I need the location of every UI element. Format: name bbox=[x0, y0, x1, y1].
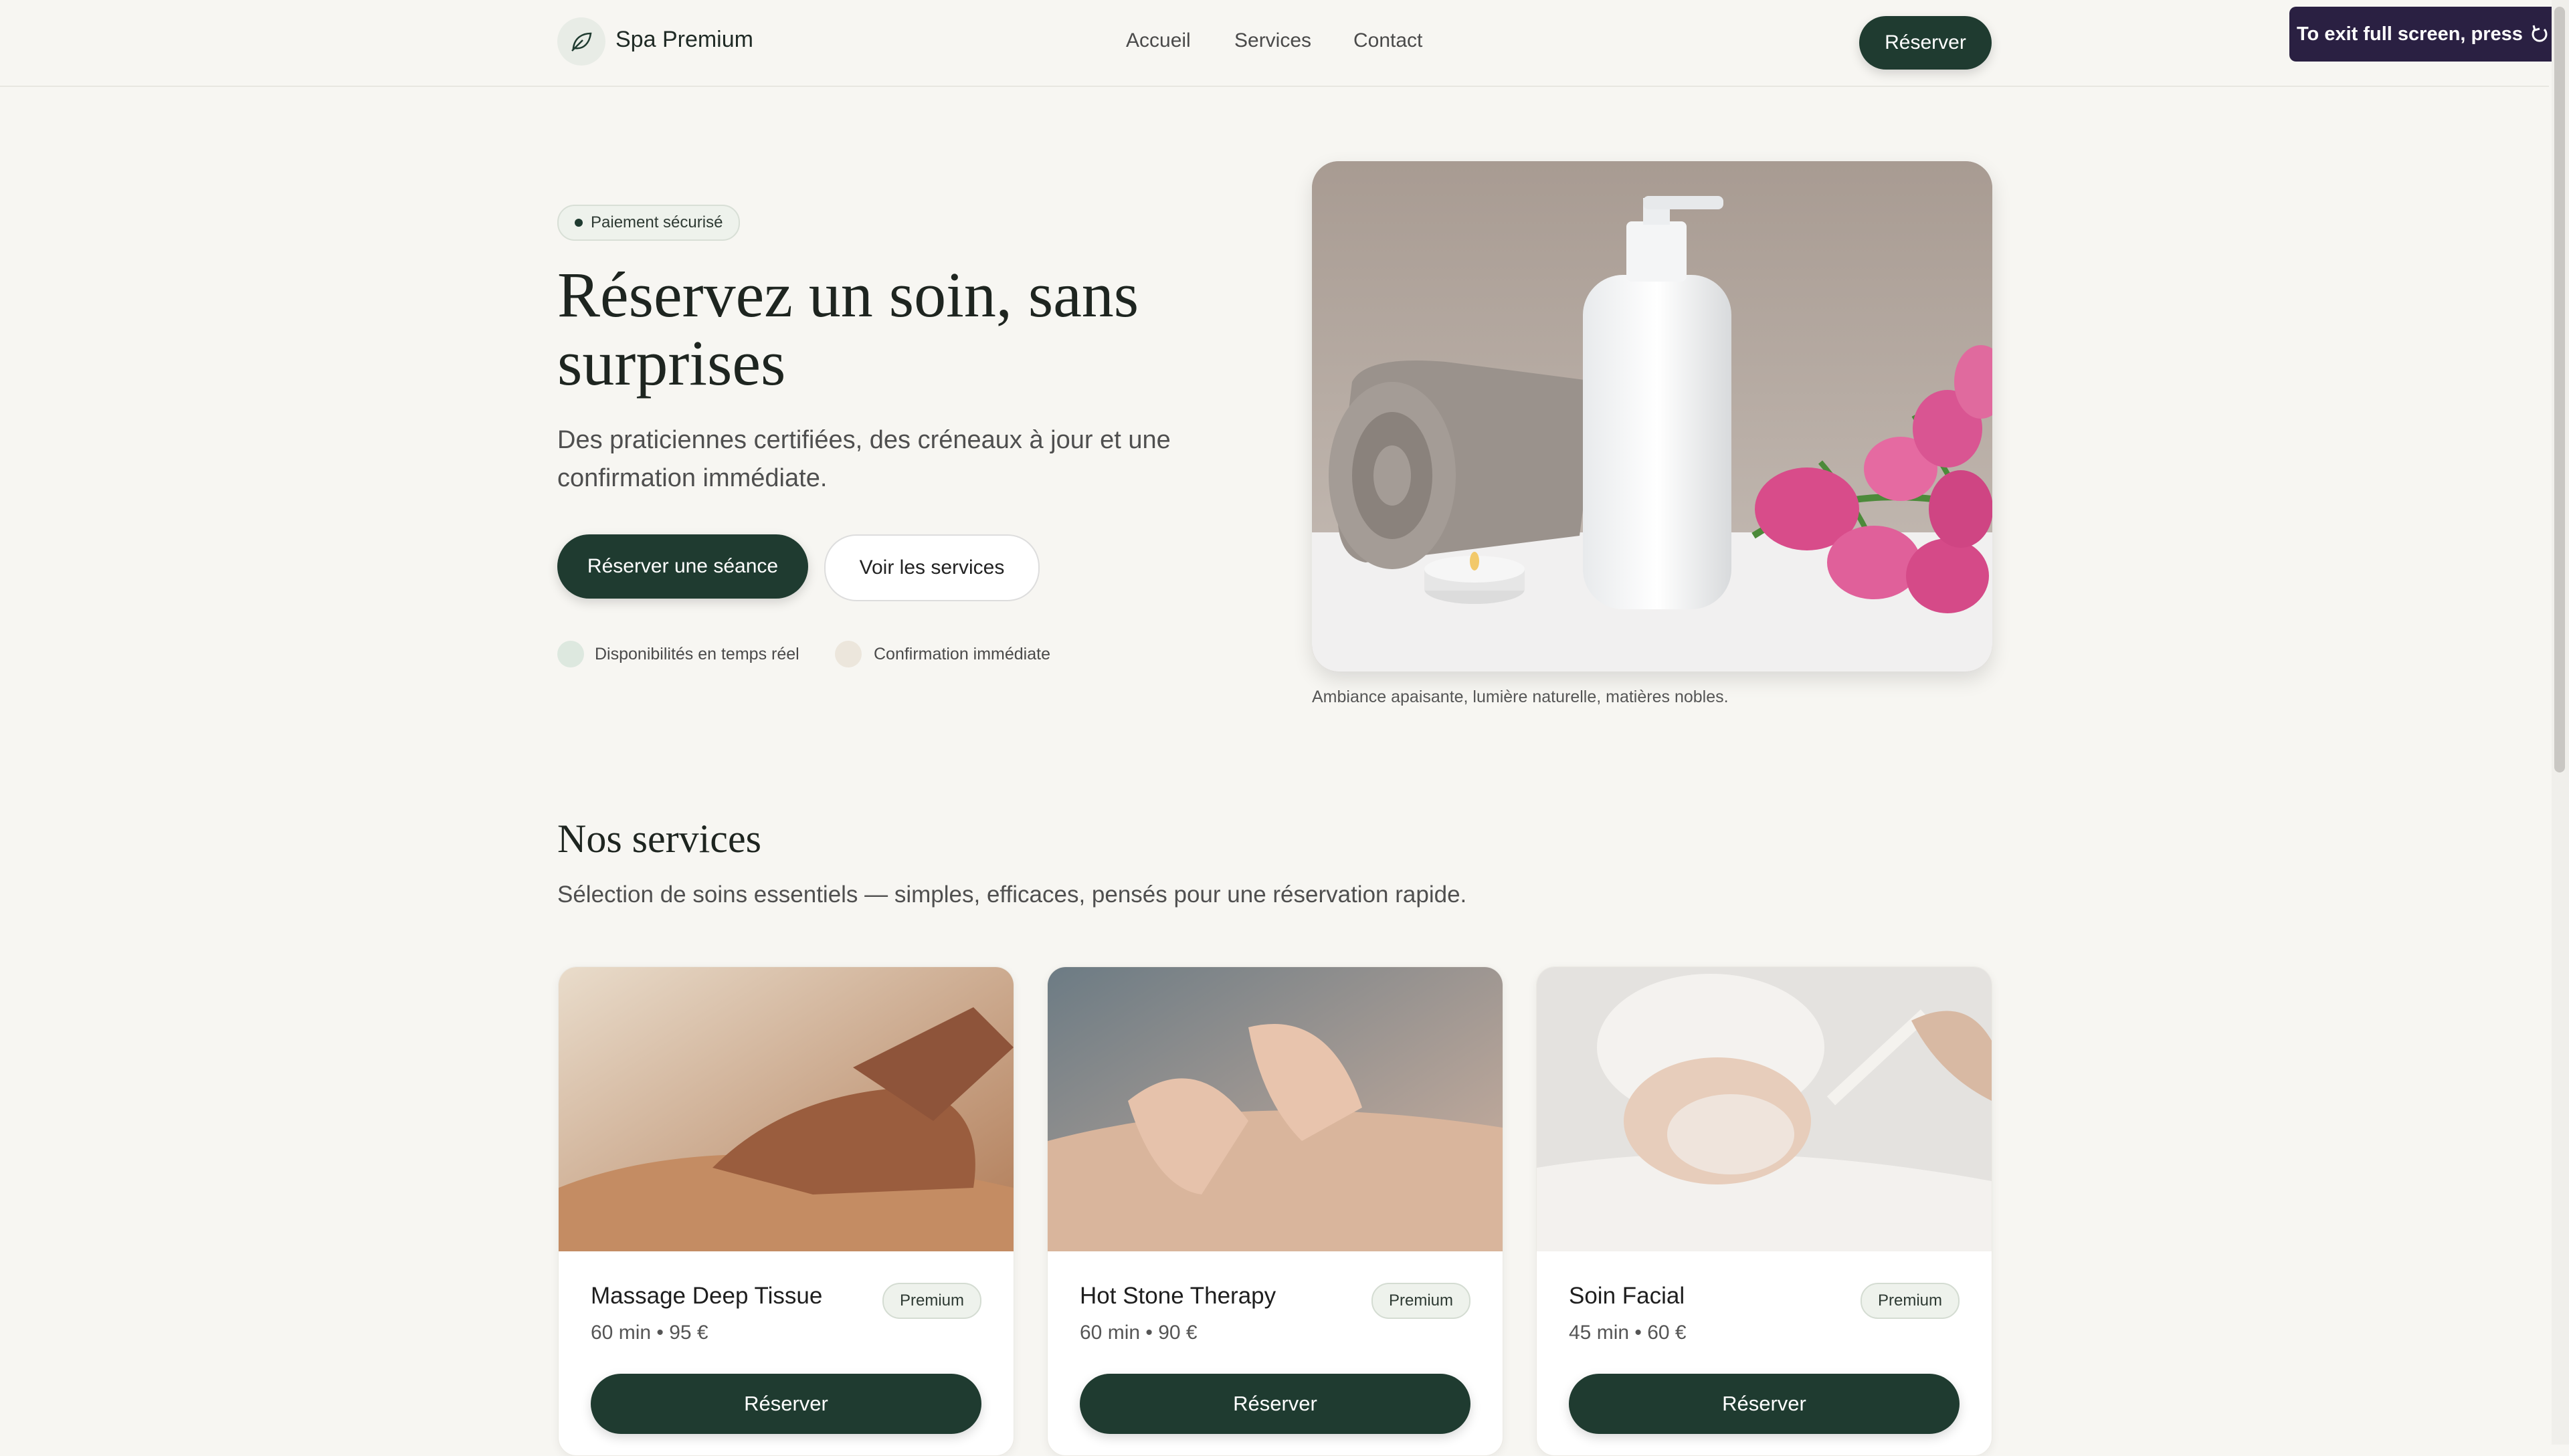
confirmation-icon bbox=[835, 641, 862, 667]
reserve-deep-tissue-button[interactable]: Réserver bbox=[591, 1374, 981, 1434]
service-name: Massage Deep Tissue bbox=[591, 1283, 823, 1309]
view-services-button[interactable]: Voir les services bbox=[824, 534, 1040, 601]
hero-subtitle: Des praticiennes certifiées, des créneau… bbox=[557, 426, 1171, 492]
service-badge: Premium bbox=[1860, 1283, 1960, 1319]
book-session-button[interactable]: Réserver une séance bbox=[557, 534, 808, 599]
feature-availability: Disponibilités en temps réel bbox=[595, 645, 799, 663]
service-badge: Premium bbox=[1371, 1283, 1470, 1319]
service-name: Soin Facial bbox=[1569, 1283, 1685, 1309]
badge-label: Paiement sécurisé bbox=[591, 213, 723, 231]
spa-still-life-illustration bbox=[1312, 161, 1992, 671]
hero-title: Réservez un soin, sans surprises bbox=[557, 259, 1139, 399]
reserve-hot-stone-button[interactable]: Réserver bbox=[1080, 1374, 1470, 1434]
hero-image-caption: Ambiance apaisante, lumière naturelle, m… bbox=[1312, 688, 1729, 706]
service-duration-price: 45 min • 60 € bbox=[1569, 1322, 1687, 1344]
reserve-facial-button[interactable]: Réserver bbox=[1569, 1374, 1960, 1434]
facial-treatment-image bbox=[1537, 967, 1992, 1251]
badge-dot-icon bbox=[575, 219, 583, 227]
service-badge: Premium bbox=[882, 1283, 981, 1319]
service-duration-price: 60 min • 90 € bbox=[1080, 1322, 1198, 1344]
hot-stone-therapy-image bbox=[1048, 967, 1503, 1251]
nav-link-services[interactable]: Services bbox=[1234, 29, 1311, 52]
brand-logo[interactable] bbox=[557, 17, 605, 66]
feature-confirmation: Confirmation immédiate bbox=[874, 645, 1050, 663]
service-card-deep-tissue: Massage Deep Tissue Premium 60 min • 95 … bbox=[558, 966, 1014, 1456]
nav-link-contact[interactable]: Contact bbox=[1353, 29, 1422, 52]
availability-icon bbox=[557, 641, 584, 667]
scrollbar-thumb[interactable] bbox=[2554, 7, 2565, 772]
leaf-icon bbox=[571, 32, 592, 51]
hero-spa-image bbox=[1312, 161, 1992, 671]
service-card-hot-stone: Hot Stone Therapy Premium 60 min • 90 € … bbox=[1047, 966, 1503, 1456]
fullscreen-exit-notice: To exit full screen, press . bbox=[2289, 7, 2564, 62]
services-subtitle: Sélection de soins essentiels — simples,… bbox=[557, 881, 1467, 908]
service-name: Hot Stone Therapy bbox=[1080, 1283, 1276, 1309]
exit-fullscreen-icon bbox=[2532, 25, 2548, 42]
nav-link-accueil[interactable]: Accueil bbox=[1126, 29, 1191, 52]
service-card-facial: Soin Facial Premium 45 min • 60 € Réserv… bbox=[1536, 966, 1992, 1456]
secure-payment-badge: Paiement sécurisé bbox=[557, 205, 741, 241]
header-reserve-button[interactable]: Réserver bbox=[1859, 16, 1992, 70]
fullscreen-notice-text: To exit full screen, press bbox=[2297, 23, 2523, 45]
brand-name[interactable]: Spa Premium bbox=[615, 27, 753, 53]
services-title: Nos services bbox=[557, 817, 761, 861]
deep-tissue-massage-image bbox=[559, 967, 1014, 1251]
service-duration-price: 60 min • 95 € bbox=[591, 1322, 708, 1344]
